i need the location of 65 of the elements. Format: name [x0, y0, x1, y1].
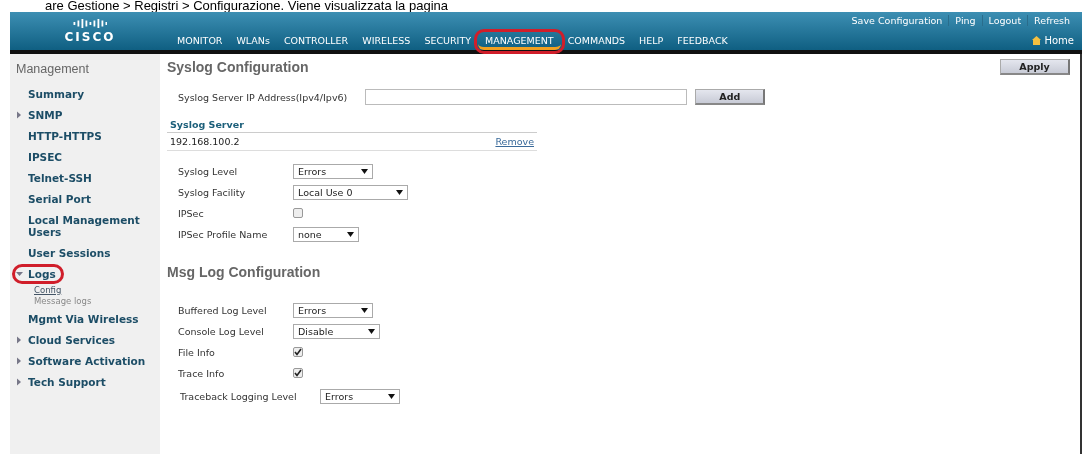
sidebar-item[interactable]: SNMP: [16, 109, 67, 121]
nav-tab[interactable]: WIRELESS: [355, 33, 418, 50]
field-label: Buffered Log Level: [178, 304, 268, 316]
nav-tab[interactable]: FEEDBACK: [670, 33, 735, 50]
header-link[interactable]: Save Configuration: [845, 15, 949, 26]
field-label: Console Log Level: [178, 325, 265, 337]
header-link[interactable]: Logout: [981, 15, 1028, 26]
caret-icon: [396, 189, 403, 195]
field-label: Trace Info: [178, 367, 226, 379]
logo-bars-icon: [73, 18, 107, 29]
field-label: IPSec: [178, 207, 205, 219]
home-link[interactable]: Home: [1024, 35, 1082, 50]
sidebar-item[interactable]: Logs: [16, 268, 60, 280]
dropdown[interactable]: Errors: [293, 302, 373, 318]
field-label: Syslog Level: [178, 165, 239, 177]
field-label: Syslog Facility: [178, 186, 246, 198]
checkbox[interactable]: [293, 347, 303, 357]
nav-tab[interactable]: HELP: [632, 33, 671, 50]
nav-tab[interactable]: WLANs: [229, 33, 277, 50]
dropdown[interactable]: Errors: [293, 163, 373, 179]
caret-icon: [361, 307, 368, 313]
remove-link[interactable]: Remove: [495, 136, 534, 147]
caret-icon: [388, 393, 395, 399]
sidebar-item[interactable]: Software Activation: [16, 355, 150, 367]
house-icon: [1032, 36, 1042, 45]
add-button[interactable]: Add: [695, 89, 766, 105]
logo-text: CISCO: [64, 30, 116, 44]
apply-button[interactable]: Apply: [1000, 59, 1070, 75]
nav-tab[interactable]: COMMANDS: [560, 33, 633, 50]
nav-tab[interactable]: CONTROLLER: [276, 33, 356, 50]
field-label: Traceback Logging Level: [180, 390, 298, 402]
sidebar-title: Management: [16, 62, 90, 76]
sidebar-item[interactable]: Serial Port: [16, 193, 95, 205]
checkbox[interactable]: [293, 368, 303, 378]
sidebar-item[interactable]: Summary: [16, 88, 89, 100]
table-cell: 192.168.100.2: [170, 136, 240, 147]
section-title: Msg Log Configuration: [167, 264, 322, 280]
checkbox[interactable]: [293, 208, 303, 218]
nav-tab[interactable]: MONITOR: [170, 33, 230, 50]
ip-address-field[interactable]: [365, 89, 688, 105]
field-label: IPSec Profile Name: [178, 228, 269, 240]
field-label: Syslog Server IP Address(Ipv4/Ipv6): [178, 91, 348, 103]
caret-icon: [361, 168, 368, 174]
section-title: Syslog Configuration: [167, 59, 309, 75]
sidebar-item[interactable]: Cloud Services: [16, 334, 120, 346]
dropdown[interactable]: Local Use 0: [293, 184, 408, 200]
sidebar-item[interactable]: User Sessions: [16, 247, 115, 259]
table-heading: Syslog Server: [167, 117, 537, 133]
document-caption: are Gestione > Registri > Configurazione. Viene visualizzata la pagina: [44, 0, 449, 12]
sidebar-item[interactable]: Mgmt Via Wireless: [16, 313, 143, 325]
dropdown[interactable]: Disable: [293, 323, 380, 339]
caret-icon: [368, 328, 375, 334]
sidebar-item[interactable]: Telnet-SSH: [16, 172, 96, 184]
sidebar-item[interactable]: Tech Support: [16, 376, 110, 388]
nav-tab[interactable]: SECURITY: [417, 33, 479, 50]
sidebar-subitem[interactable]: Config: [34, 285, 160, 296]
header-link[interactable]: Ping: [948, 15, 982, 26]
dropdown[interactable]: Errors: [320, 388, 400, 404]
dropdown[interactable]: none: [293, 226, 359, 242]
caret-icon: [347, 231, 354, 237]
sidebar-item[interactable]: Local Management Users: [16, 214, 154, 238]
sidebar-item[interactable]: HTTP-HTTPS: [16, 130, 106, 142]
header-link[interactable]: Refresh: [1027, 15, 1076, 26]
field-label: File Info: [178, 346, 216, 358]
sidebar-item[interactable]: IPSEC: [16, 151, 67, 163]
